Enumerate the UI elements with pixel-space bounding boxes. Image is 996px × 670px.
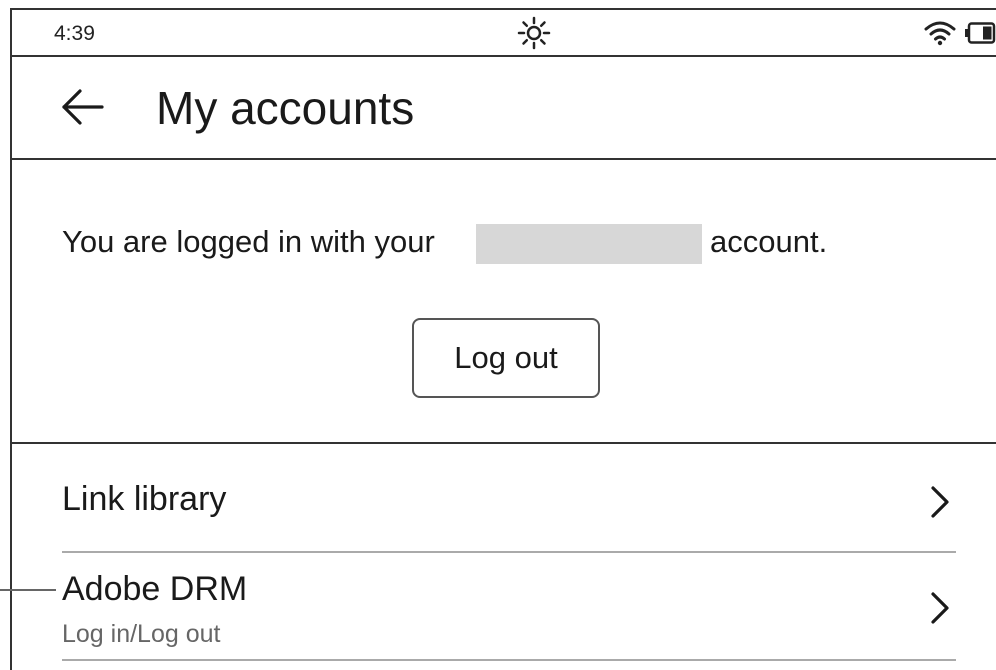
header: My accounts bbox=[12, 57, 996, 159]
list-item-adobe-drm[interactable]: Adobe DRM Log in/Log out bbox=[12, 554, 996, 660]
frontlight-sun-icon[interactable] bbox=[517, 16, 551, 55]
wifi-icon[interactable] bbox=[924, 20, 956, 51]
row-divider bbox=[62, 551, 956, 553]
row-divider bbox=[62, 659, 956, 661]
logged-in-text: You are logged in with your bbox=[62, 224, 435, 259]
arrow-left-icon[interactable] bbox=[58, 87, 106, 132]
redacted-account-name bbox=[476, 224, 702, 264]
logout-button[interactable]: Log out bbox=[412, 318, 600, 398]
chevron-right-icon bbox=[928, 484, 952, 525]
battery-icon bbox=[964, 22, 996, 49]
list-item-title: Link library bbox=[62, 480, 227, 518]
callout-line bbox=[0, 589, 56, 591]
header-divider bbox=[12, 158, 996, 160]
logged-in-suffix: account. bbox=[710, 224, 828, 259]
list-item-link-library[interactable]: Link library bbox=[12, 444, 996, 552]
page-title: My accounts bbox=[156, 82, 415, 134]
status-time: 4:39 bbox=[54, 22, 95, 45]
list-item-title: Adobe DRM bbox=[62, 570, 248, 608]
chevron-right-icon bbox=[928, 590, 952, 631]
status-bar: 4:39 bbox=[12, 10, 996, 56]
list-item-subtitle: Log in/Log out bbox=[62, 620, 221, 648]
